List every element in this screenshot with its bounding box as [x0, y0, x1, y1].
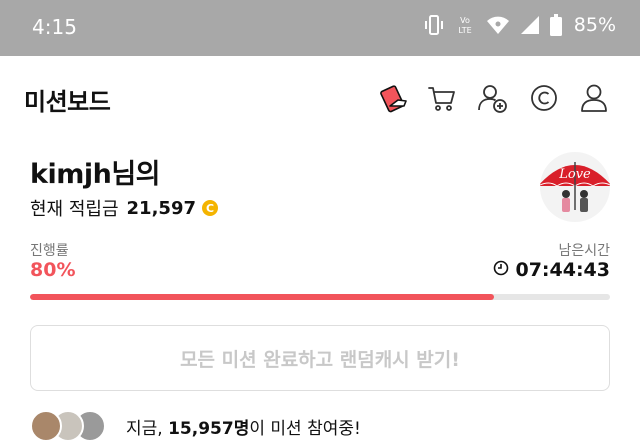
remaining-time-label: 남은시간 — [558, 243, 610, 259]
participants-prefix: 지금, — [126, 418, 169, 439]
clock-icon — [493, 260, 509, 280]
remaining-time: 07:44:43 — [515, 259, 610, 281]
status-bar: 4:15 Vo LTE 85% — [0, 0, 640, 56]
status-icons: Vo LTE 85% — [424, 14, 616, 36]
coin-badge-icon: C — [202, 200, 218, 216]
participants-suffix: 이 미션 참여중! — [249, 418, 361, 439]
avatar[interactable]: Love — [540, 152, 610, 222]
progress-label: 진행률 — [30, 243, 69, 259]
points-row: 현재 적립금 21,597 C — [30, 195, 218, 221]
progress-percent: 80% — [30, 259, 76, 281]
profile-icon[interactable] — [576, 80, 612, 116]
volte-icon: Vo LTE — [454, 14, 476, 36]
progress-bar — [30, 294, 610, 300]
coin-icon[interactable] — [526, 80, 562, 116]
remaining-time-row: 07:44:43 — [493, 259, 610, 281]
cart-icon[interactable] — [424, 80, 460, 116]
points-value: 21,597 — [126, 197, 196, 219]
mission-card-icon[interactable] — [376, 80, 412, 116]
progress-bar-fill — [30, 294, 494, 300]
battery-percent: 85% — [573, 14, 616, 36]
status-time: 4:15 — [32, 15, 77, 39]
app-header: 미션보드 — [0, 56, 640, 140]
participants-row: 지금, 15,957명이 미션 참여중! — [30, 410, 361, 440]
user-name: kimjh님의 — [30, 159, 161, 190]
signal-icon — [520, 15, 540, 35]
page-title: 미션보드 — [24, 88, 111, 116]
participants-text: 지금, 15,957명이 미션 참여중! — [126, 414, 361, 439]
participant-avatars — [30, 410, 106, 440]
random-cash-button[interactable]: 모든 미션 완료하고 랜덤캐시 받기! — [30, 325, 610, 391]
battery-icon — [549, 14, 562, 36]
vibrate-icon — [424, 14, 444, 36]
add-user-icon[interactable] — [474, 80, 510, 116]
participant-avatar — [30, 410, 62, 440]
participants-count: 15,957명 — [168, 418, 250, 439]
svg-text:LTE: LTE — [458, 26, 471, 35]
wifi-icon — [486, 15, 510, 35]
points-label: 현재 적립금 — [30, 199, 119, 220]
avatar-love-text: Love — [558, 167, 591, 182]
svg-text:Vo: Vo — [460, 16, 470, 25]
